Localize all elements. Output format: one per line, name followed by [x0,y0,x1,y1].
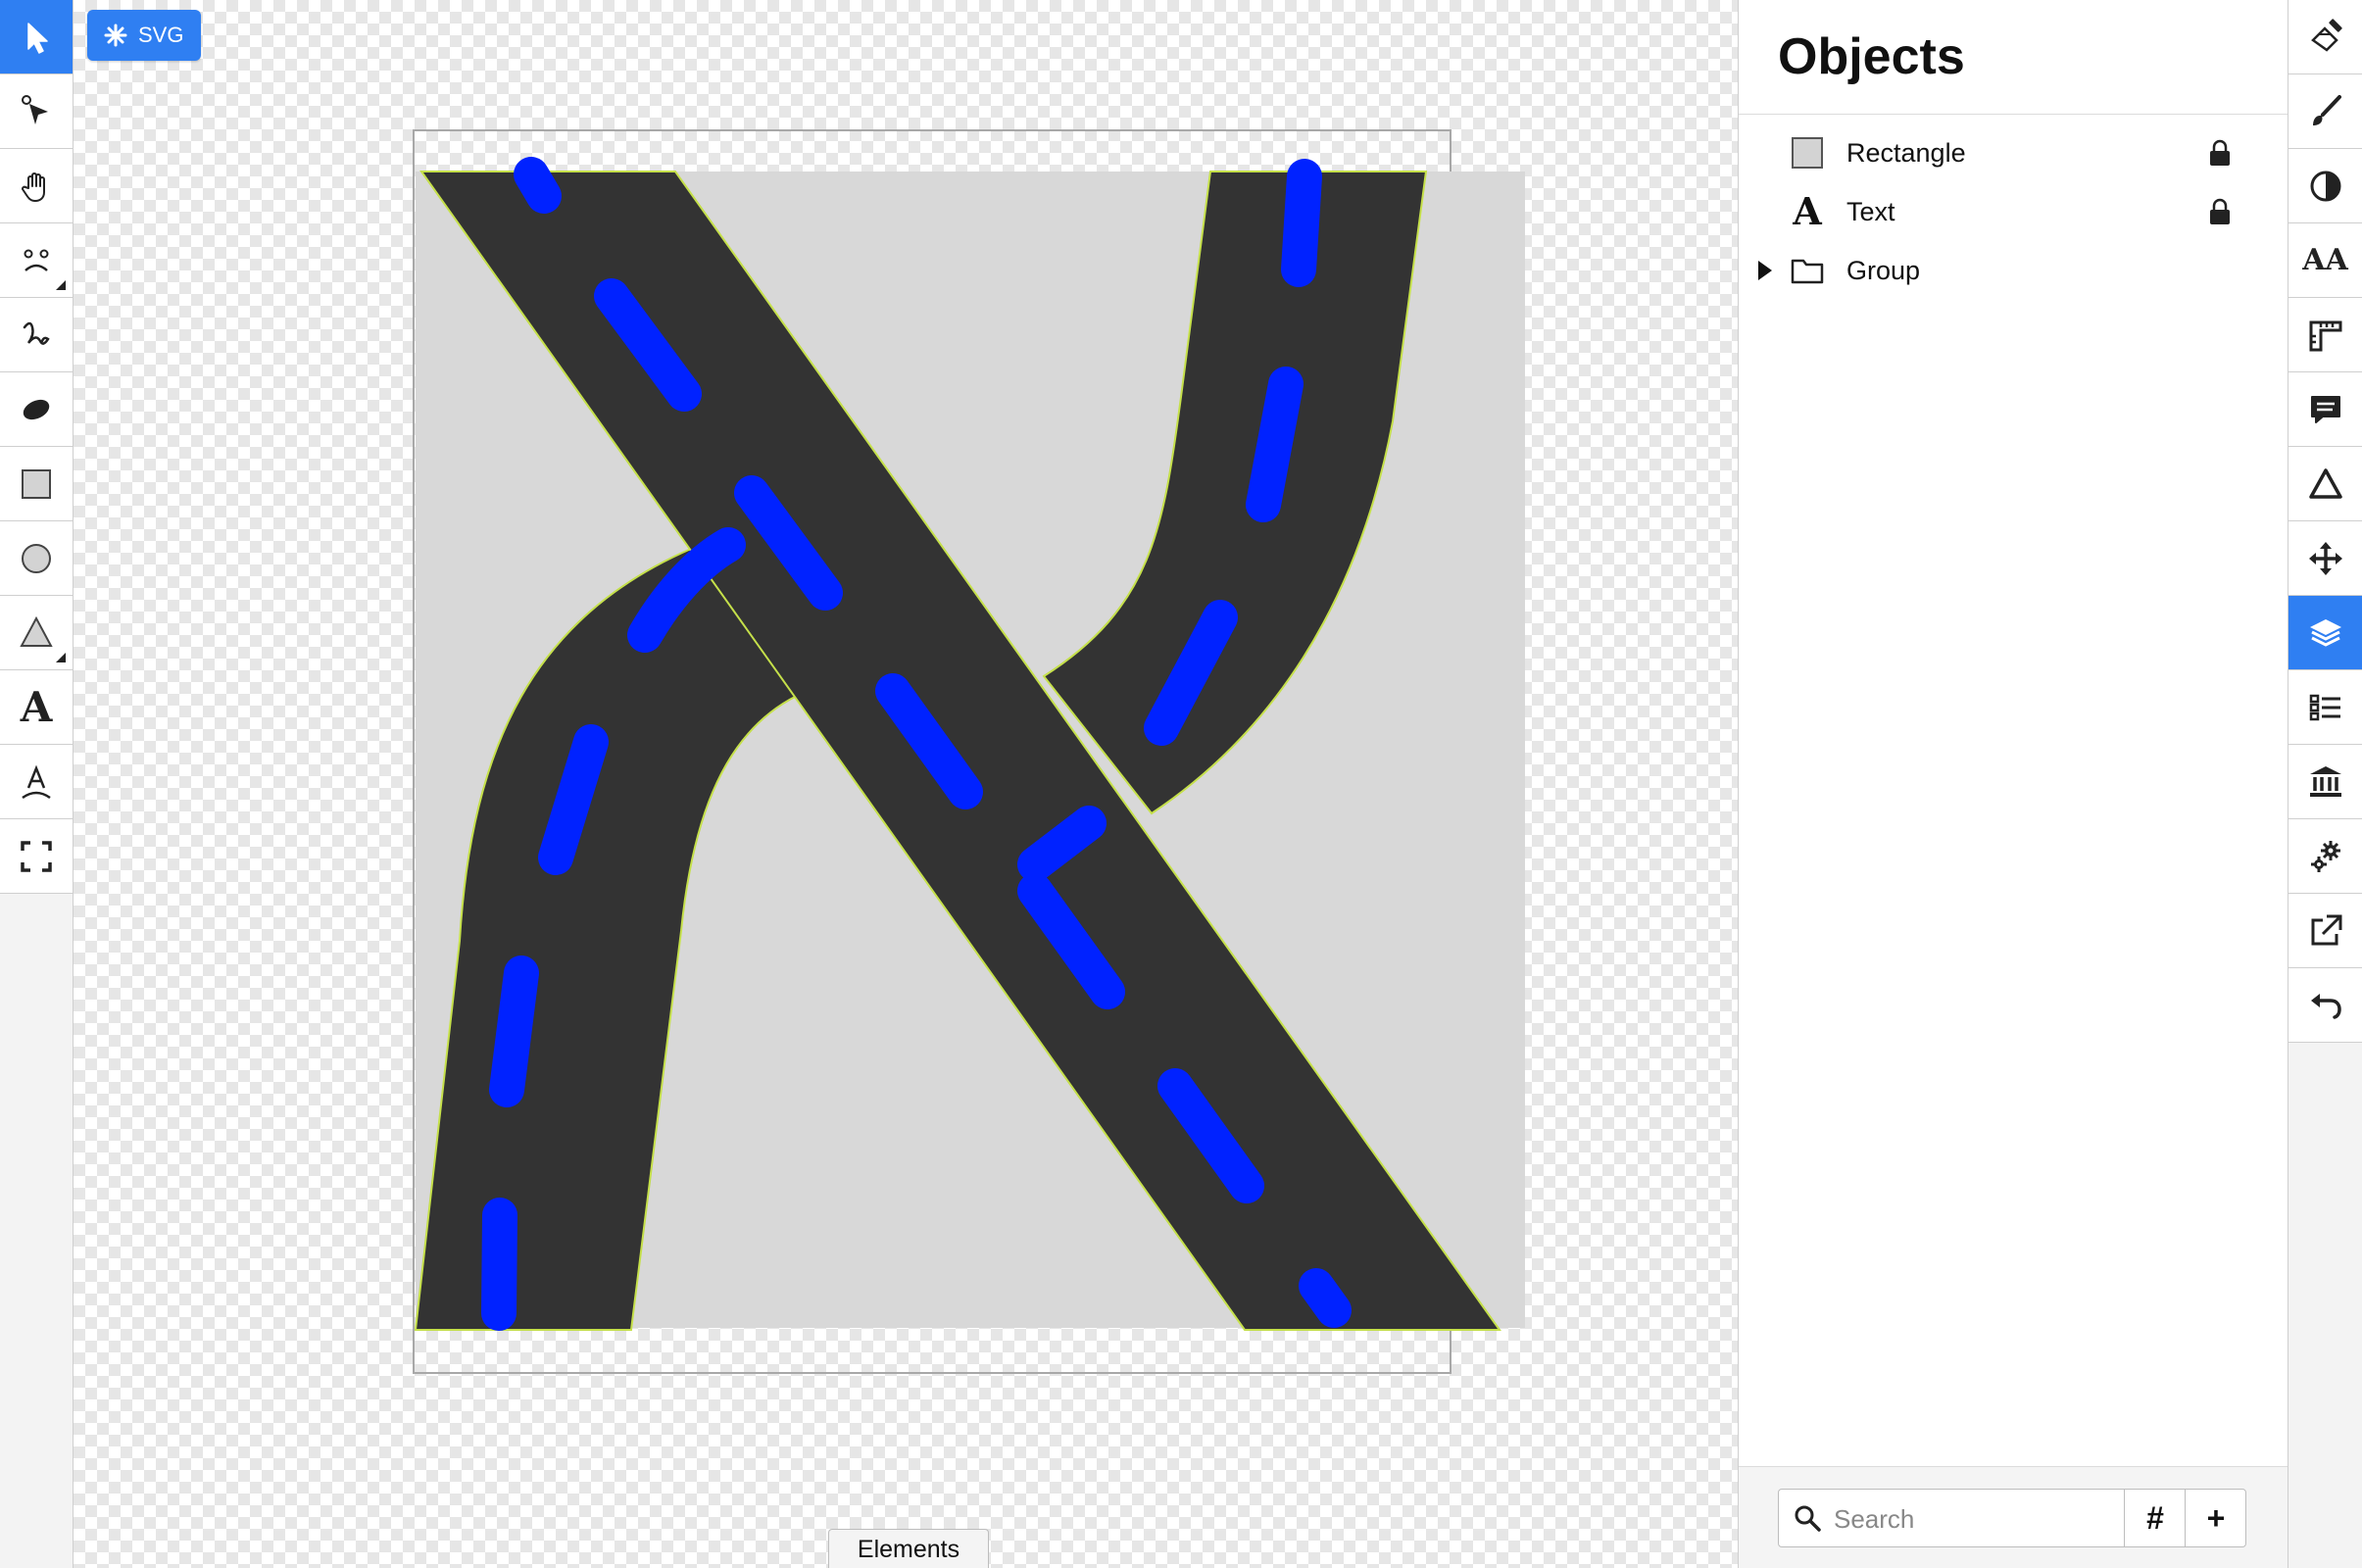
node-edit-tool[interactable] [0,74,73,149]
editor-app: A SVG Elements Objects Rectangle A Text … [0,0,2362,1568]
search-input[interactable] [1832,1499,2100,1539]
undo-icon [2310,993,2341,1019]
layers-tool[interactable] [2288,596,2362,670]
circle-icon [22,543,51,573]
elements-tab[interactable]: Elements [828,1529,989,1568]
ruler-icon [2309,320,2341,351]
elements-tab-label: Elements [857,1535,960,1563]
rectangle-swatch-icon [1790,135,1825,171]
face-icon [24,249,49,271]
comment-tool[interactable] [2288,372,2362,447]
fill-tool[interactable] [2288,0,2362,74]
lane-dash [514,157,562,214]
triangle-icon [20,615,53,647]
speech-bubble-icon [2310,395,2340,423]
object-label: Text [1846,196,1895,226]
rectangle-tool[interactable] [0,447,73,521]
expand-caret-icon[interactable] [1758,261,1772,280]
left-toolbar: A [0,0,74,1568]
fullscreen-corners-icon [21,840,52,872]
triangle-outline-icon [2308,467,2342,499]
layers-icon [2309,618,2341,647]
panel-divider [1739,114,2288,115]
drawing-canvas[interactable]: SVG Elements [74,0,1738,1568]
node-pointer-icon [22,94,48,124]
lock-icon[interactable] [2207,197,2233,226]
font-size-icon: AA [2302,243,2348,277]
objects-panel: Objects Rectangle A Text Group # + [1738,0,2288,1568]
search-box: # + [1778,1489,2246,1547]
typography-tool[interactable]: AA [2288,223,2362,298]
list-tool[interactable] [2288,670,2362,745]
text-tool[interactable]: A [0,670,73,745]
bank-icon [2309,765,2341,797]
library-tool[interactable] [2288,745,2362,819]
submenu-indicator-icon [56,280,66,290]
folder-icon [1791,259,1824,284]
geometry-tool[interactable] [2288,447,2362,521]
circle-tool[interactable] [0,521,73,596]
polygon-tool[interactable] [0,596,73,670]
object-label: Rectangle [1846,137,1966,168]
panel-footer: # + [1739,1466,2288,1568]
shapes-tool[interactable] [0,223,73,298]
pointer-arrow-icon [27,22,48,54]
freehand-tool[interactable] [0,298,73,372]
lane-dash [1281,159,1322,287]
stroke-tool[interactable] [2288,74,2362,149]
pan-tool[interactable] [0,149,73,223]
lane-dash [1246,367,1304,522]
fullscreen-tool[interactable] [0,819,73,894]
transform-tool[interactable] [2288,521,2362,596]
object-row-rectangle[interactable]: Rectangle [1739,125,2288,180]
letter-a-icon: A [20,682,53,731]
brush-icon [2312,94,2341,125]
external-link-icon [2311,914,2341,945]
gears-icon [2310,840,2340,872]
ruler-tool[interactable] [2288,298,2362,372]
submenu-indicator-icon [56,653,66,662]
settings-tool[interactable] [2288,819,2362,894]
list-icon [2309,694,2340,720]
add-button[interactable]: + [2185,1490,2246,1546]
text-on-path-icon [22,764,51,799]
lock-icon[interactable] [2207,138,2233,168]
select-tool[interactable] [0,0,73,74]
lane-dash [481,1198,517,1331]
ellipse-tool[interactable] [0,372,73,447]
object-row-group[interactable]: Group [1739,243,2288,298]
text-a-icon: A [1793,189,1822,233]
move-arrows-icon [2308,541,2342,575]
contrast-tool[interactable] [2288,149,2362,223]
artwork [413,129,1525,1374]
lane-dash [1299,1268,1352,1328]
lane-dash [489,956,539,1107]
panel-title: Objects [1778,28,1965,85]
search-icon [1795,1505,1821,1532]
hash-button[interactable]: # [2124,1490,2186,1546]
square-icon [22,468,51,499]
half-circle-icon [2310,171,2340,201]
undo-tool[interactable] [2288,968,2362,1043]
object-label: Group [1846,255,1921,285]
right-toolbar: AA [2288,0,2362,1568]
text-path-tool[interactable] [0,745,73,819]
hand-icon [22,172,45,202]
ellipse-icon [23,399,50,419]
squiggle-icon [23,321,50,345]
export-tool[interactable] [2288,894,2362,968]
object-row-text[interactable]: A Text [1739,184,2288,239]
paint-bucket-icon [2310,18,2342,52]
